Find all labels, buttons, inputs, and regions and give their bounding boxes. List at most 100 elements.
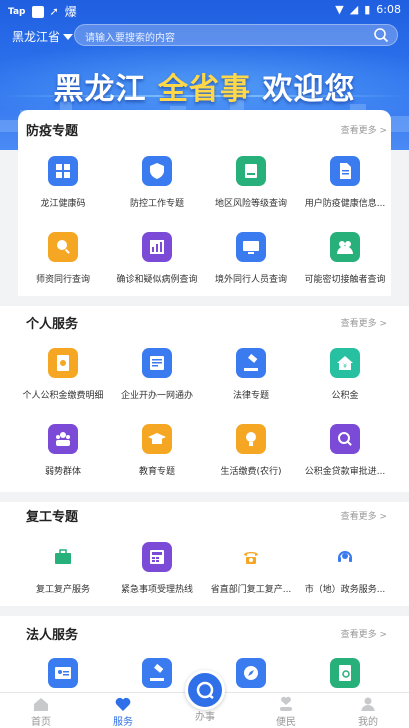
status-square-icon (31, 5, 44, 18)
chart-icon (142, 232, 172, 262)
tab-people[interactable]: 便民 (256, 695, 316, 728)
wifi-icon: ▼ (335, 3, 344, 16)
group-icon (48, 424, 78, 454)
chevron-down-icon (63, 33, 74, 40)
service-item[interactable]: 龙江健康码 (16, 156, 110, 232)
compass-icon (236, 658, 266, 688)
service-item[interactable]: 地区风险等级查询 (204, 156, 298, 232)
user-icon (361, 697, 375, 711)
service-item-label: 防控工作专题 (129, 199, 184, 209)
service-item[interactable]: 用户防疫健康信息... (298, 156, 392, 232)
section-grid: 个人公积金缴费明细 企业开办一网通办 法律专题 ¥ 公积金弱势群体 教育专题 生活缴费(农行… (16, 348, 393, 500)
tab-service-label: 服务 (113, 717, 133, 728)
tab-mine-label: 我的 (358, 717, 378, 728)
service-item-label: 境外同行人员查询 (214, 275, 287, 285)
service-item-label: 个人公积金缴费明细 (22, 391, 104, 401)
welcome-banner: 黑龙江 全省事 欢迎您 (0, 64, 409, 108)
tab-home-label: 首页 (31, 717, 51, 728)
see-more-link[interactable]: 查看更多 > (341, 316, 387, 329)
phone-icon (236, 542, 266, 572)
monitor-icon (236, 232, 266, 262)
house-icon: ¥ (330, 348, 360, 378)
service-item[interactable]: 法律专题 (204, 348, 298, 424)
service-item[interactable]: 防控工作专题 (110, 156, 204, 232)
divider (0, 296, 409, 306)
banner-app-name: 全省事 (158, 72, 251, 107)
section-title: 防疫专题 (26, 124, 79, 139)
service-item-label: 教育专题 (138, 467, 175, 477)
service-item-label: 紧急事项受理热线 (120, 585, 193, 595)
battery-icon: ▮ (364, 3, 371, 16)
tab-service[interactable]: 服务 (93, 695, 153, 728)
banner-welcome: 欢迎您 (262, 72, 356, 107)
service-item-label: 复工复产服务 (35, 585, 90, 595)
signal-icon: ◢ (349, 3, 359, 16)
hand-heart-icon (280, 696, 292, 711)
report-icon (236, 156, 266, 186)
svg-text:¥: ¥ (343, 363, 347, 370)
gavel-icon (142, 658, 172, 688)
graduation-icon (142, 424, 172, 454)
service-item[interactable]: 教育专题 (110, 424, 204, 500)
headset-icon (330, 542, 360, 572)
service-item[interactable]: 企业开办一网通办 (110, 348, 204, 424)
bulb-icon (236, 424, 266, 454)
section-title: 复工专题 (26, 510, 79, 525)
service-item-label: 市（地）政务服务... (304, 585, 386, 595)
see-more-link[interactable]: 查看更多 > (341, 627, 387, 640)
service-item-label: 用户防疫健康信息... (304, 199, 386, 209)
section-title: 个人服务 (26, 317, 79, 332)
person-search-icon (48, 232, 78, 262)
refresh-icon (196, 681, 214, 699)
tab-people-label: 便民 (276, 717, 296, 728)
service-item-label: 省直部门复工复产... (210, 585, 292, 595)
service-item-label: 公积金贷款审批进... (304, 467, 386, 477)
status-extra-label: 爆 (64, 5, 77, 19)
service-item-label: 弱势群体 (44, 467, 81, 477)
province-label: 黑龙江省 (12, 30, 61, 44)
province-selector[interactable]: 黑龙江省 (12, 28, 74, 45)
service-item-label: 生活缴费(农行) (220, 467, 282, 477)
service-item-label: 龙江健康码 (40, 199, 86, 209)
status-bar: Tap ➚ 爆 ▼ ◢ ▮ 6:08 (0, 0, 409, 20)
shield-icon (142, 156, 172, 186)
doc-search-icon (330, 658, 360, 688)
section-grid: 龙江健康码 防控工作专题 地区风险等级查询 用户防疫健康信息... 师资同行查询 确诊和疑… (16, 156, 393, 308)
status-time: 6:08 (376, 3, 401, 16)
service-item[interactable]: 生活缴费(农行) (204, 424, 298, 500)
search-input[interactable]: 请输入要搜索的内容 (74, 24, 398, 46)
service-item[interactable]: 弱势群体 (16, 424, 110, 500)
heart-icon (115, 697, 131, 711)
form-icon (142, 348, 172, 378)
service-item-label: 师资同行查询 (35, 275, 90, 285)
section-title: 法人服务 (26, 628, 79, 643)
service-item-label: 确诊和疑似病例查询 (116, 275, 198, 285)
coin-doc-icon (48, 348, 78, 378)
briefcase-icon (48, 542, 78, 572)
home-icon (34, 698, 48, 711)
status-app-label: Tap (8, 6, 26, 17)
service-item-label: 地区风险等级查询 (214, 199, 287, 209)
service-item-label: 公积金 (331, 391, 359, 401)
see-more-link[interactable]: 查看更多 > (341, 123, 387, 136)
status-arrow-icon: ➚ (49, 5, 59, 18)
center-action-label: 办事 (195, 712, 215, 723)
service-item[interactable]: ¥ 公积金 (298, 348, 392, 424)
service-item[interactable]: 公积金贷款审批进... (298, 424, 392, 500)
phone-desk-icon (142, 542, 172, 572)
search-money-icon (330, 424, 360, 454)
divider (0, 606, 409, 616)
id-card-icon (48, 658, 78, 688)
service-item-label: 可能密切接触者查询 (304, 275, 386, 285)
grid-icon (48, 156, 78, 186)
search-icon[interactable] (373, 27, 389, 43)
service-item-label: 企业开办一网通办 (120, 391, 193, 401)
center-action-button[interactable] (185, 670, 225, 710)
tab-home[interactable]: 首页 (11, 695, 71, 728)
divider (0, 492, 409, 502)
see-more-link[interactable]: 查看更多 > (341, 509, 387, 522)
search-placeholder: 请输入要搜索的内容 (85, 33, 175, 44)
service-item[interactable]: 个人公积金缴费明细 (16, 348, 110, 424)
tab-mine[interactable]: 我的 (338, 695, 398, 728)
document-icon (330, 156, 360, 186)
